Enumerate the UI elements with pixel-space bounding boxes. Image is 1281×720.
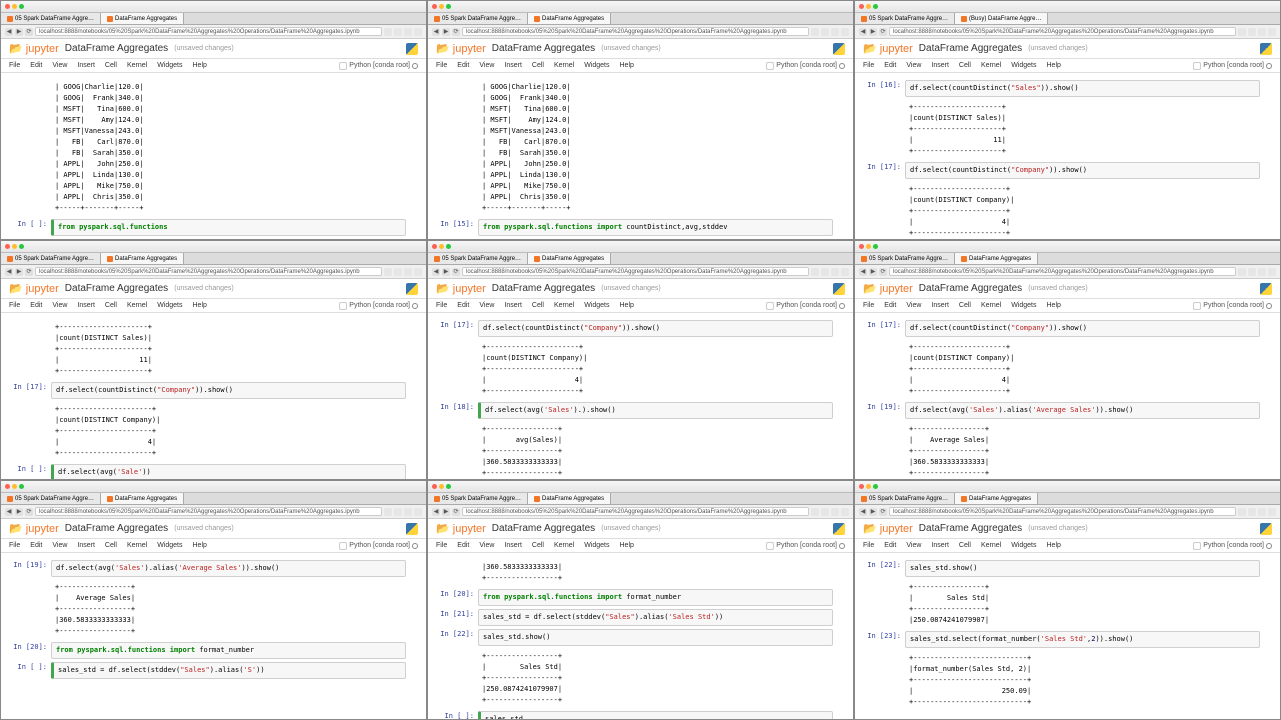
address-bar[interactable]: localhost:8888/notebooks/05%20Spark%20Da… <box>889 27 1236 36</box>
code-cell[interactable]: df.select(countDistinct("Company")).show… <box>905 162 1260 179</box>
code-cell[interactable]: df.select(countDistinct("Company")).show… <box>51 382 406 399</box>
mac-titlebar <box>855 1 1280 13</box>
edit-mode-icon <box>339 62 347 70</box>
menu-cell[interactable]: Cell <box>105 62 117 69</box>
kernel-name[interactable]: Python [conda root] <box>349 62 410 69</box>
reload-icon[interactable]: ⟳ <box>452 28 460 36</box>
menu-insert[interactable]: Insert <box>77 62 95 69</box>
address-bar[interactable]: localhost:8888/notebooks/05%20Spark%20Da… <box>462 267 809 276</box>
code-cell[interactable]: sales_std.select(format_number('Sales St… <box>905 631 1260 648</box>
address-bar[interactable]: localhost:8888/notebooks/05%20Spark%20Da… <box>462 507 809 516</box>
python-logo-icon <box>833 43 845 55</box>
menu-widgets[interactable]: Widgets <box>157 62 182 69</box>
code-cell[interactable]: from pyspark.sql.functions <box>51 219 406 236</box>
browser-tab-2[interactable]: DataFrame Aggregates <box>101 13 184 24</box>
code-cell[interactable]: df.select(avg('Sale')) <box>51 464 406 479</box>
back-icon[interactable]: ◀ <box>432 28 440 36</box>
ext-icon[interactable] <box>384 28 392 36</box>
address-bar[interactable]: localhost:8888/notebooks/05%20Spark%20Da… <box>35 507 382 516</box>
forward-icon[interactable]: ▶ <box>15 28 23 36</box>
code-cell[interactable]: sales_std = df.select(stddev("Sales").al… <box>51 662 406 679</box>
code-cell[interactable]: df.select(countDistinct("Sales")).show() <box>905 80 1260 97</box>
browser-tabbar[interactable]: 05 Spark DataFrame Aggre…DataFrame Aggre… <box>428 13 853 25</box>
output-text: +----------------------+ |count(DISTINCT… <box>905 182 1260 239</box>
browser-tabbar[interactable]: 05 Spark DataFrame Aggre… DataFrame Aggr… <box>1 13 426 25</box>
code-cell[interactable]: from pyspark.sql.functions import format… <box>478 589 833 606</box>
back-icon[interactable]: ◀ <box>5 28 13 36</box>
address-bar[interactable]: localhost:8888/notebooks/05%20Spark%20Da… <box>889 267 1236 276</box>
ext-icon[interactable] <box>404 28 412 36</box>
home-icon <box>7 16 13 22</box>
mac-titlebar <box>1 1 426 13</box>
code-cell[interactable]: sales_std.show() <box>478 629 833 646</box>
address-bar[interactable]: localhost:8888/notebooks/05%20Spark%20Da… <box>462 27 809 36</box>
output-text: | GOOG|Charlie|120.0| | GOOG| Frank|340.… <box>478 80 833 216</box>
code-cell[interactable]: df.select(countDistinct("Company")).show… <box>478 320 833 337</box>
address-bar[interactable]: localhost:8888/notebooks/05%20Spark%20Da… <box>35 267 382 276</box>
reload-icon[interactable]: ⟳ <box>25 28 33 36</box>
output-text: +---------------------+ |count(DISTINCT … <box>905 100 1260 159</box>
menu-view[interactable]: View <box>52 62 67 69</box>
prompt: In [ ]: <box>5 219 51 236</box>
code-cell[interactable]: df.select(avg('Sales').).show() <box>478 402 833 419</box>
code-cell[interactable]: sales_std.show() <box>905 560 1260 577</box>
output-text: | GOOG|Charlie|120.0| | GOOG| Frank|340.… <box>51 80 406 216</box>
ext-icon[interactable] <box>394 28 402 36</box>
notebook-title[interactable]: DataFrame Aggregates <box>65 43 168 54</box>
python-logo-icon <box>406 43 418 55</box>
browser-tab-1[interactable]: 05 Spark DataFrame Aggre… <box>1 13 101 24</box>
kernel-status-icon <box>412 63 418 69</box>
address-bar[interactable]: localhost:8888/notebooks/05%20Spark%20Da… <box>889 507 1236 516</box>
code-cell[interactable]: from pyspark.sql.functions import countD… <box>478 219 833 236</box>
code-cell[interactable]: df.select(avg('Sales').alias('Average Sa… <box>905 402 1260 419</box>
browser-tabbar[interactable]: 05 Spark DataFrame Aggre…(Busy) DataFram… <box>855 13 1280 25</box>
code-cell[interactable]: sales_std = df.select(stddev("Sales").al… <box>478 609 833 626</box>
code-cell[interactable]: df.select(avg('Sales').alias('Average Sa… <box>51 560 406 577</box>
jupyter-logo[interactable]: 📂 jupyter <box>436 42 486 55</box>
mac-titlebar <box>428 1 853 13</box>
menu-help[interactable]: Help <box>193 62 207 69</box>
menu-file[interactable]: File <box>9 62 20 69</box>
address-bar[interactable]: localhost:8888/notebooks/05%20Spark%20Da… <box>35 27 382 36</box>
menu-icon[interactable] <box>414 28 422 36</box>
jupyter-logo[interactable]: 📂 jupyter <box>9 42 59 55</box>
forward-icon[interactable]: ▶ <box>442 28 450 36</box>
code-cell[interactable]: from pyspark.sql.functions import format… <box>51 642 406 659</box>
code-cell[interactable]: sales_std <box>478 711 833 719</box>
menu-edit[interactable]: Edit <box>30 62 42 69</box>
save-status: (unsaved changes) <box>174 45 234 52</box>
menu-kernel[interactable]: Kernel <box>127 62 147 69</box>
code-cell[interactable]: df.select(countDistinct("Company")).show… <box>905 320 1260 337</box>
jupyter-icon <box>107 16 113 22</box>
